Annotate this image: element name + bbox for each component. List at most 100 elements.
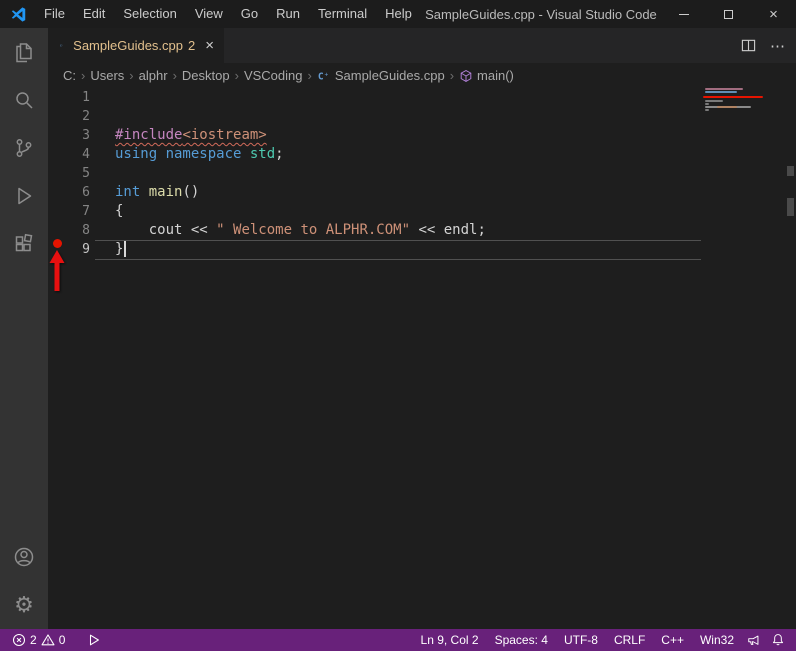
code-line-1[interactable]: 1: [48, 88, 796, 107]
line-number[interactable]: 5: [48, 164, 90, 183]
code-line-2[interactable]: 2: [48, 107, 796, 126]
code-text[interactable]: {: [90, 202, 123, 221]
code-line-3[interactable]: 3 #include<iostream>: [48, 126, 796, 145]
breadcrumb-item-drive[interactable]: C:: [63, 68, 76, 83]
menu-terminal[interactable]: Terminal: [309, 0, 376, 28]
code-text[interactable]: }: [90, 240, 127, 259]
breadcrumb-item-alphr[interactable]: alphr: [139, 68, 168, 83]
svg-text:+: +: [324, 71, 328, 78]
menu-help[interactable]: Help: [376, 0, 421, 28]
code-text[interactable]: #include<iostream>: [90, 126, 267, 145]
code-token: main: [148, 184, 183, 200]
line-number[interactable]: 6: [48, 183, 90, 202]
accounts-icon: [14, 547, 34, 567]
text-cursor: [124, 241, 127, 257]
line-number[interactable]: 8: [48, 221, 90, 240]
sidebar-item-source-control[interactable]: [0, 124, 48, 172]
sidebar-item-run-debug[interactable]: [0, 172, 48, 220]
minimap[interactable]: [703, 88, 763, 116]
run-status-icon: [90, 634, 100, 646]
code-text[interactable]: cout << " Welcome to ALPHR.COM" << endl;: [90, 221, 486, 240]
code-token: using namespace: [115, 146, 250, 162]
status-bar-right: Ln 9, Col 2 Spaces: 4 UTF-8 CRLF C++ Win…: [413, 629, 796, 651]
code-line-6[interactable]: 6 int main(): [48, 183, 796, 202]
close-button[interactable]: ×: [751, 0, 796, 28]
code-text[interactable]: [90, 164, 115, 183]
breadcrumb-separator: ›: [172, 68, 177, 83]
cpp-file-icon: C +: [318, 71, 329, 82]
notifications-button[interactable]: [766, 629, 790, 651]
code-text[interactable]: [90, 88, 115, 107]
feedback-button[interactable]: [742, 629, 766, 651]
tab-sampleguides-cpp[interactable]: C + SampleGuides.cpp 2 ×: [48, 28, 224, 63]
overview-ruler-mark: [787, 166, 794, 176]
menu-edit[interactable]: Edit: [74, 0, 114, 28]
minimap-line: [717, 106, 737, 108]
warning-triangle-icon: [41, 634, 55, 646]
svg-text:C: C: [318, 71, 324, 82]
language-mode-status[interactable]: C++: [653, 629, 692, 651]
more-actions-icon[interactable]: ⋯: [770, 37, 786, 55]
platform-status[interactable]: Win32: [692, 629, 742, 651]
minimize-icon: [678, 13, 689, 15]
code-text[interactable]: using namespace std;: [90, 145, 284, 164]
code-line-5[interactable]: 5: [48, 164, 796, 183]
menu-bar: File Edit Selection View Go Run Terminal…: [35, 0, 421, 28]
run-status-button[interactable]: [83, 629, 105, 651]
split-editor-icon[interactable]: [741, 38, 756, 53]
maximize-button[interactable]: [706, 0, 751, 28]
breakpoint-dot[interactable]: [53, 239, 62, 248]
source-control-icon: [16, 139, 32, 157]
annotation-arrow-icon: [49, 250, 65, 291]
title-bar: File Edit Selection View Go Run Terminal…: [0, 0, 796, 28]
sidebar-item-search[interactable]: [0, 76, 48, 124]
breadcrumb-separator: ›: [81, 68, 86, 83]
line-number[interactable]: 2: [48, 107, 90, 126]
run-and-debug-icon: [18, 187, 32, 205]
problems-indicator[interactable]: 2 0: [8, 629, 69, 651]
line-number[interactable]: 4: [48, 145, 90, 164]
breadcrumb-item-vscoding[interactable]: VSCoding: [244, 68, 303, 83]
breadcrumb-item-users[interactable]: Users: [90, 68, 124, 83]
code-line-9[interactable]: 9 }: [48, 240, 796, 259]
code-token: {: [115, 203, 124, 219]
line-number[interactable]: 3: [48, 126, 90, 145]
explorer-icon: [16, 43, 32, 63]
error-count: 2: [30, 633, 37, 647]
code-editor[interactable]: 1 2 3 #include<iostream> 4 using namespa…: [48, 88, 796, 629]
accounts-button[interactable]: [0, 533, 48, 581]
code-text[interactable]: [90, 107, 115, 126]
breadcrumb-item-desktop[interactable]: Desktop: [182, 68, 230, 83]
indentation-status[interactable]: Spaces: 4: [487, 629, 556, 651]
minimize-button[interactable]: [661, 0, 706, 28]
line-number[interactable]: 1: [48, 88, 90, 107]
editor-actions: ⋯: [741, 28, 796, 63]
minimap-line: [705, 103, 709, 105]
line-number[interactable]: 7: [48, 202, 90, 221]
menu-file[interactable]: File: [35, 0, 74, 28]
encoding-status[interactable]: UTF-8: [556, 629, 606, 651]
minimap-line: [705, 100, 723, 102]
code-line-7[interactable]: 7 {: [48, 202, 796, 221]
tab-close-icon[interactable]: ×: [205, 38, 214, 53]
sidebar-item-extensions[interactable]: [0, 220, 48, 268]
vscode-logo-icon: [11, 6, 26, 22]
menu-go[interactable]: Go: [232, 0, 267, 28]
sidebar-item-explorer[interactable]: [0, 28, 48, 76]
settings-button[interactable]: ⚙: [0, 581, 48, 629]
menu-run[interactable]: Run: [267, 0, 309, 28]
code-token: #include: [115, 127, 183, 143]
breadcrumb-item-symbol-main[interactable]: main(): [477, 68, 514, 83]
notifications-bell-icon: [772, 634, 784, 646]
code-line-8[interactable]: 8 cout << " Welcome to ALPHR.COM" << end…: [48, 221, 796, 240]
menu-view[interactable]: View: [186, 0, 232, 28]
eol-status[interactable]: CRLF: [606, 629, 653, 651]
breadcrumb-item-file[interactable]: SampleGuides.cpp: [335, 68, 445, 83]
breadcrumb-separator: ›: [307, 68, 312, 83]
code-text[interactable]: int main(): [90, 183, 199, 202]
cursor-position-status[interactable]: Ln 9, Col 2: [413, 629, 487, 651]
code-token: cout <<: [115, 222, 217, 238]
search-icon: [16, 92, 33, 109]
menu-selection[interactable]: Selection: [114, 0, 185, 28]
code-line-4[interactable]: 4 using namespace std;: [48, 145, 796, 164]
